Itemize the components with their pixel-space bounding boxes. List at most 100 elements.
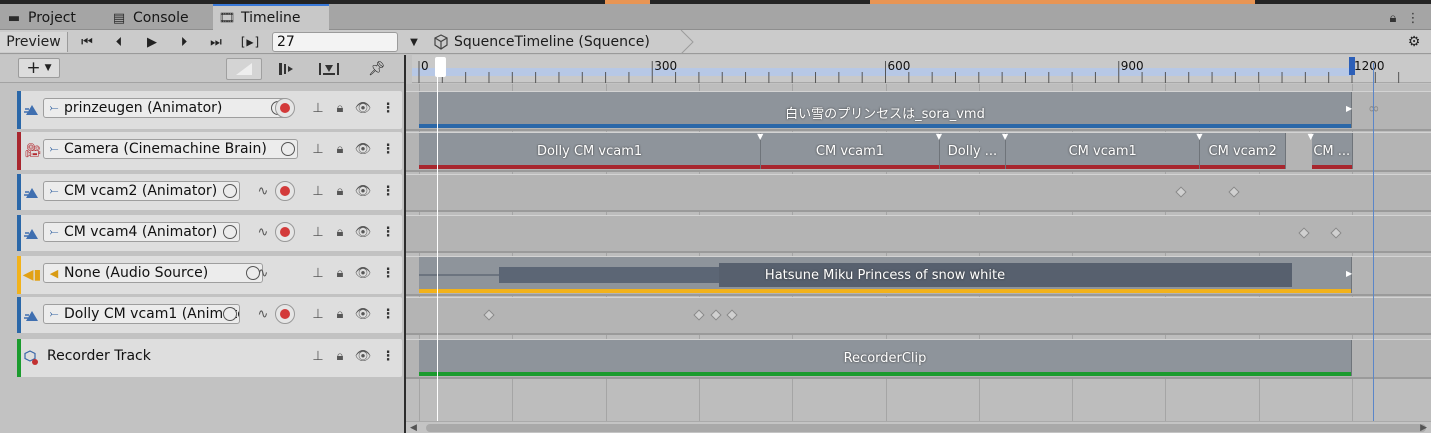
kebab-menu-icon[interactable]: ⋮ — [379, 305, 397, 323]
curves-toggle-icon[interactable] — [226, 58, 262, 80]
scroll-right-icon[interactable]: ▶ — [1420, 423, 1427, 433]
record-button[interactable] — [275, 304, 295, 324]
timeline-clip[interactable]: Dolly ... ▼ — [936, 132, 1006, 169]
keyframe-marker[interactable] — [1330, 227, 1343, 239]
curves-icon[interactable]: ∿ — [254, 223, 272, 241]
go-to-end-icon[interactable]: ⏭ — [204, 32, 228, 52]
timeline-clip[interactable]: 白い雪のプリンセスは_sora_vmd — [419, 92, 1352, 128]
pin-icon[interactable]: ⊥ — [309, 99, 327, 117]
track-lane-4[interactable]: Hatsune Miku Princess of snow white ▶ — [406, 256, 1431, 296]
timeline-clip[interactable]: CM vcam1 ▼ — [1002, 132, 1201, 169]
lock-icon[interactable]: 🔒︎ — [331, 223, 349, 241]
timeline-clip[interactable]: CM ... ▼ — [1308, 132, 1353, 169]
lock-icon[interactable]: 🔒︎ — [331, 264, 349, 282]
eye-icon[interactable]: 👁︎ — [354, 223, 372, 241]
keyframe-marker[interactable] — [483, 309, 495, 321]
playhead-line[interactable] — [437, 63, 438, 421]
pin-icon[interactable]: ⊥ — [309, 223, 327, 241]
eye-icon[interactable]: 👁︎ — [354, 182, 372, 200]
pin-icon[interactable]: ⊥ — [309, 305, 327, 323]
track-lane-5[interactable] — [406, 297, 1431, 335]
keyframe-marker[interactable] — [725, 309, 738, 321]
kebab-menu-icon[interactable]: ⋮ — [379, 182, 397, 200]
track-header-0[interactable]: ⤚ prinzeugen (Animator) ⊥ 🔒︎ 👁︎ ⋮ — [17, 91, 402, 129]
pin-icon[interactable]: ⊥ — [309, 140, 327, 158]
tab-project[interactable]: ▬ Project — [0, 6, 103, 30]
lock-icon[interactable]: 🔒︎ — [331, 140, 349, 158]
preview-button[interactable]: Preview — [0, 32, 68, 52]
lock-icon[interactable]: 🔒︎ — [331, 99, 349, 117]
track-binding-field[interactable]: ⤚ CM vcam4 (Animator) — [43, 222, 240, 242]
eye-icon[interactable]: 👁︎ — [354, 264, 372, 282]
keyframe-marker[interactable] — [710, 309, 722, 321]
edge-snap-icon[interactable] — [312, 58, 346, 80]
track-header-6[interactable]: Recorder Track ⊥ 🔒︎ 👁︎ ⋮ — [17, 339, 402, 377]
track-lane-1[interactable]: Dolly CM vcam1 CM vcam1 ▼ Dolly ... ▼ CM vcam… — [406, 132, 1431, 172]
scroll-left-icon[interactable]: ◀ — [410, 423, 417, 433]
track-header-2[interactable]: ⤚ CM vcam2 (Animator) ∿ ⊥ 🔒︎ 👁︎ ⋮ — [17, 174, 402, 210]
kebab-menu-icon[interactable]: ⋮ — [1404, 8, 1422, 28]
previous-frame-icon[interactable]: ⏴ — [107, 32, 131, 52]
track-lane-3[interactable] — [406, 215, 1431, 253]
horizontal-scrollbar[interactable]: ◀ ▶ — [406, 421, 1431, 433]
snap-to-frame-icon[interactable] — [272, 58, 302, 80]
eye-icon[interactable]: 👁︎ — [354, 99, 372, 117]
curves-icon[interactable]: ∿ — [254, 305, 272, 323]
lock-icon[interactable]: 🔒︎ — [331, 182, 349, 200]
lock-icon[interactable]: 🔒︎ — [331, 305, 349, 323]
object-picker-icon[interactable] — [223, 307, 237, 321]
kebab-menu-icon[interactable]: ⋮ — [379, 264, 397, 282]
breadcrumb[interactable]: SquenceTimeline (Squence) — [432, 30, 650, 54]
keyframe-marker[interactable] — [693, 309, 705, 321]
keyframe-marker[interactable] — [1228, 186, 1240, 198]
eye-icon[interactable]: 👁︎ — [354, 140, 372, 158]
timeline-clip[interactable]: CM vcam2 ▼ — [1196, 132, 1286, 169]
pin-icon[interactable]: 📌︎ — [364, 58, 390, 80]
track-header-5[interactable]: ⤚ Dolly CM vcam1 (Animator) ∿ ⊥ 🔒︎ 👁︎ ⋮ — [17, 297, 402, 333]
track-binding-field[interactable]: ◀ None (Audio Source) — [43, 263, 263, 283]
go-to-start-icon[interactable]: ⏮ — [75, 32, 99, 52]
track-binding-field[interactable]: ⤚ prinzeugen (Animator) — [43, 98, 288, 118]
curves-icon[interactable]: ∿ — [254, 264, 272, 282]
track-binding-field[interactable]: ⤚ CM vcam2 (Animator) — [43, 181, 240, 201]
chevron-down-icon[interactable]: ▼ — [404, 32, 424, 52]
pin-icon[interactable]: ⊥ — [309, 264, 327, 282]
eye-icon[interactable]: 👁︎ — [354, 347, 372, 365]
timeline-clip[interactable]: RecorderClip — [419, 340, 1352, 376]
kebab-menu-icon[interactable]: ⋮ — [379, 347, 397, 365]
scrollbar-thumb[interactable] — [426, 424, 1426, 432]
end-marker[interactable] — [1349, 57, 1355, 75]
gear-icon[interactable]: ⚙ — [1404, 32, 1424, 52]
keyframe-marker[interactable] — [1298, 227, 1310, 239]
kebab-menu-icon[interactable]: ⋮ — [379, 99, 397, 117]
frame-field[interactable]: 27 — [272, 32, 398, 52]
track-header-1[interactable]: 🎥︎ ⤚ Camera (Cinemachine Brain) ⊥ 🔒︎ 👁︎ ⋮ — [17, 132, 402, 170]
tab-timeline[interactable]: 🎞 Timeline — [213, 4, 329, 30]
kebab-menu-icon[interactable]: ⋮ — [379, 140, 397, 158]
track-lane-2[interactable] — [406, 174, 1431, 212]
time-ruler[interactable]: 0 300 600 900 1200 — [412, 55, 1431, 83]
tab-console[interactable]: ▤ Console — [105, 6, 211, 30]
play-icon[interactable]: ▶ — [140, 32, 164, 52]
record-button[interactable] — [275, 181, 295, 201]
record-button[interactable] — [275, 98, 295, 118]
track-header-3[interactable]: ⤚ CM vcam4 (Animator) ∿ ⊥ 🔒︎ 👁︎ ⋮ — [17, 215, 402, 251]
timeline-clip[interactable]: Dolly CM vcam1 — [419, 133, 762, 169]
eye-icon[interactable]: 👁︎ — [354, 305, 372, 323]
curves-icon[interactable]: ∿ — [254, 182, 272, 200]
kebab-menu-icon[interactable]: ⋮ — [379, 223, 397, 241]
next-frame-icon[interactable]: ⏵ — [172, 32, 196, 52]
keyframe-marker[interactable] — [1175, 186, 1187, 198]
object-picker-icon[interactable] — [223, 225, 237, 239]
pin-icon[interactable]: ⊥ — [309, 347, 327, 365]
track-binding-field[interactable]: ⤚ Camera (Cinemachine Brain) — [43, 139, 298, 159]
timeline-clip[interactable]: CM vcam1 ▼ — [757, 132, 940, 169]
object-picker-icon[interactable] — [281, 142, 295, 156]
lock-icon[interactable]: 🔒︎ — [331, 347, 349, 365]
pane-divider[interactable] — [404, 55, 406, 433]
pin-icon[interactable]: ⊥ — [309, 182, 327, 200]
track-lane-6[interactable]: RecorderClip — [406, 339, 1431, 379]
object-picker-icon[interactable] — [223, 184, 237, 198]
track-binding-field[interactable]: ⤚ Dolly CM vcam1 (Animator) — [43, 304, 240, 324]
track-header-4[interactable]: ◀▮ ◀ None (Audio Source) ∿ ⊥ 🔒︎ 👁︎ ⋮ — [17, 256, 402, 294]
